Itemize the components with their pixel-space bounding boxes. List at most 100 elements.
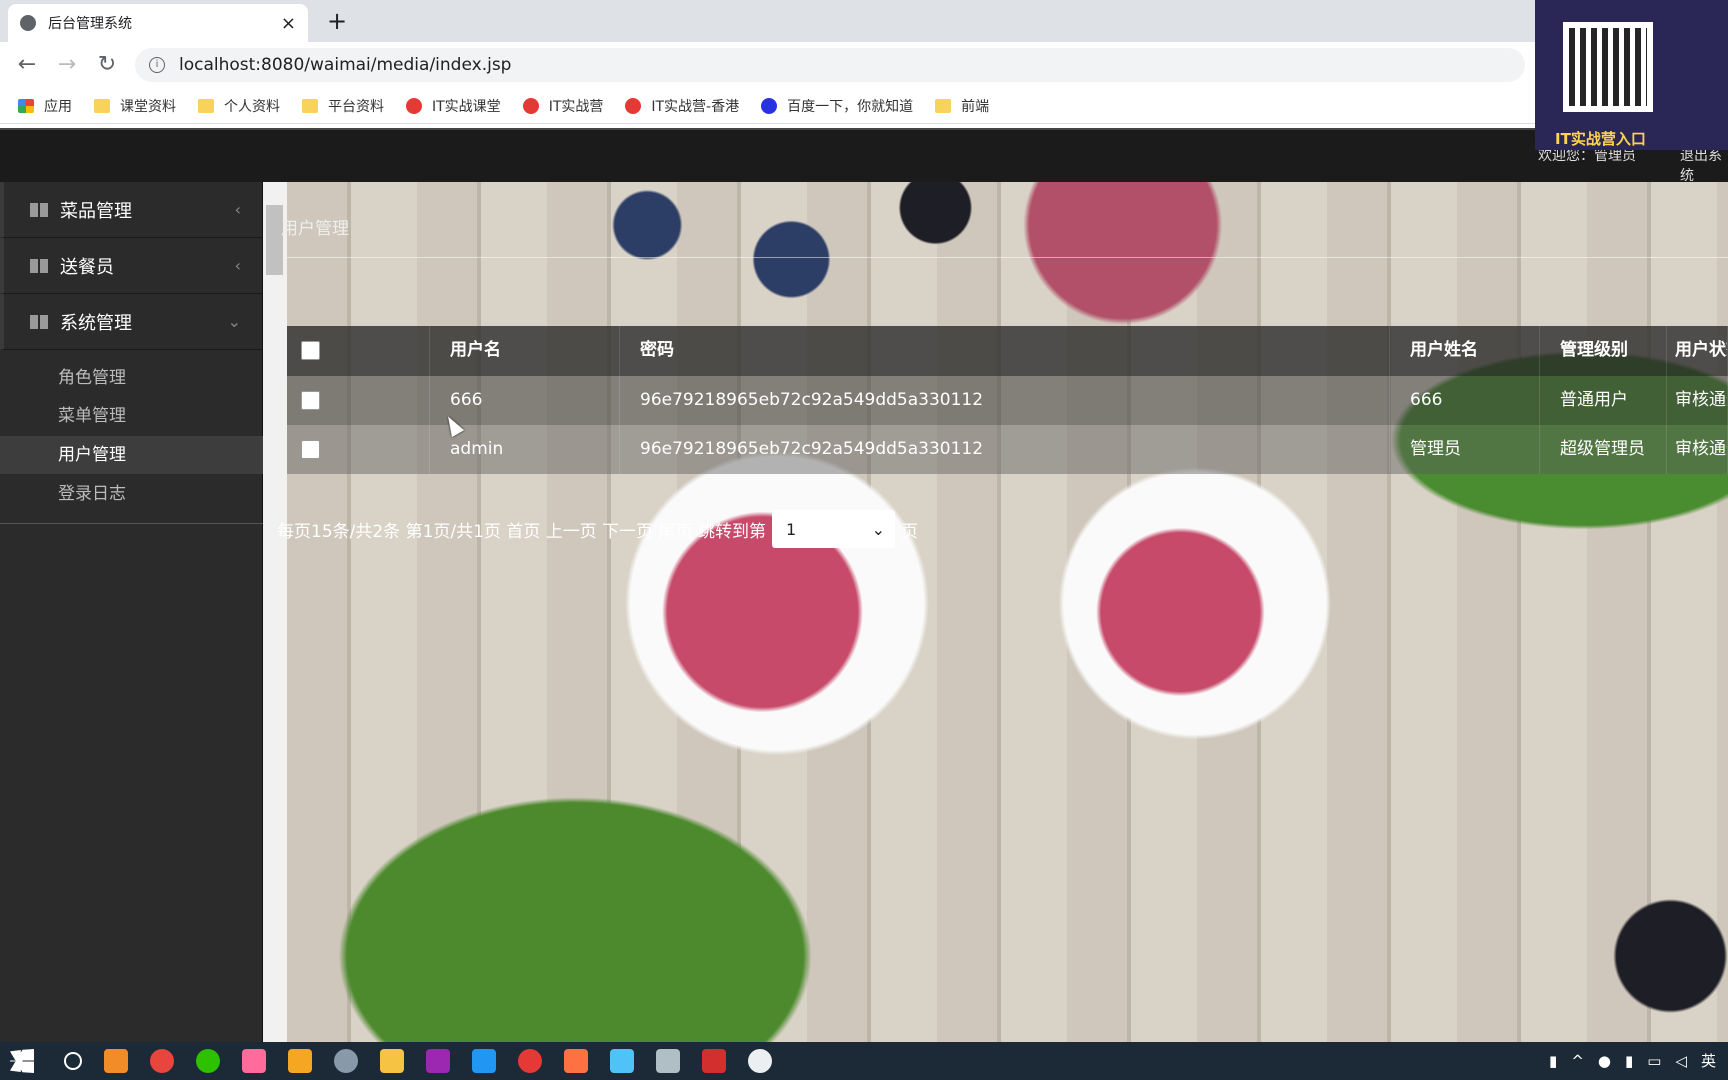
column-header: 管理级别: [1540, 326, 1667, 376]
folder-icon: [935, 98, 952, 113]
wechat-icon[interactable]: [196, 1049, 220, 1073]
bookmark-label: IT实战营: [548, 98, 604, 115]
chevron-down-icon: ⌄: [227, 312, 241, 331]
site-icon: [625, 97, 642, 114]
app-icon[interactable]: [288, 1049, 312, 1073]
table-header-row: 用户名 密码 用户姓名 管理级别 用户状态: [287, 326, 1728, 376]
page-select[interactable]: 1 ⌄: [771, 510, 895, 548]
bookmark-label: 课堂资料: [120, 98, 176, 115]
site-icon: [406, 97, 422, 114]
page-select-value: 1: [785, 519, 797, 539]
bookmark-item[interactable]: IT实战课堂: [406, 96, 501, 116]
microphone-icon[interactable]: ▮: [1625, 1052, 1633, 1070]
chat-icon[interactable]: [748, 1049, 772, 1073]
windows-start-icon[interactable]: [10, 1049, 34, 1073]
app-icon[interactable]: [104, 1049, 128, 1073]
breadcrumb: 用户管理: [281, 219, 349, 239]
ide-icon[interactable]: [426, 1049, 450, 1073]
sidebar-divider: [0, 523, 263, 524]
app-icon[interactable]: [242, 1049, 266, 1073]
cell-level: 普通用户: [1540, 376, 1667, 425]
pagination-suffix: 页: [900, 521, 918, 542]
chrome-icon[interactable]: [150, 1049, 174, 1073]
back-icon[interactable]: ←: [12, 50, 42, 80]
wps-icon[interactable]: [702, 1049, 726, 1073]
search-icon[interactable]: [64, 1052, 82, 1070]
row-select-cell: [287, 376, 430, 425]
bookmark-item[interactable]: 百度一下，你就知道: [761, 96, 913, 116]
bookmark-item[interactable]: 前端: [935, 96, 989, 116]
cell-status: 审核通过: [1667, 425, 1728, 474]
qr-code-icon: [1563, 22, 1653, 112]
baidu-icon: [761, 97, 778, 114]
bookmark-item[interactable]: 平台资料: [302, 96, 384, 116]
table-row[interactable]: admin 96e79218965eb72c92a549dd5a330112 管…: [287, 425, 1728, 474]
cell-password: 96e79218965eb72c92a549dd5a330112: [620, 376, 1390, 425]
bookmark-apps[interactable]: 应用: [18, 96, 72, 116]
sidebar-item-users[interactable]: 用户管理: [0, 436, 263, 474]
address-url: localhost:8080/waimai/media/index.jsp: [179, 55, 512, 75]
folder-icon: [94, 98, 110, 113]
address-bar[interactable]: i localhost:8080/waimai/media/index.jsp: [135, 48, 1525, 82]
volume-icon[interactable]: ◁: [1675, 1052, 1687, 1070]
sidebar-item-menus[interactable]: 菜单管理: [0, 397, 263, 435]
select-all-checkbox[interactable]: [301, 341, 320, 360]
wechat-tray-icon[interactable]: ●: [1598, 1052, 1611, 1070]
bookmark-item[interactable]: 课堂资料: [94, 96, 176, 116]
forward-icon[interactable]: →: [52, 50, 82, 80]
sidebar-item-login-log[interactable]: 登录日志: [0, 475, 263, 513]
cell-username: 666: [430, 376, 620, 425]
folder-icon: [302, 98, 318, 113]
table-row[interactable]: 666 96e79218965eb72c92a549dd5a330112 666…: [287, 376, 1728, 425]
grid-icon: [30, 202, 48, 217]
app-header: [0, 128, 1728, 182]
row-select-cell: [287, 425, 430, 474]
folder-icon[interactable]: [380, 1049, 404, 1073]
sidebar-scrollbar[interactable]: [263, 182, 287, 1042]
site-icon: [522, 97, 539, 114]
netease-icon[interactable]: [518, 1049, 542, 1073]
sidebar-menu-label: 系统管理: [60, 312, 132, 334]
chevron-left-icon: ‹: [234, 200, 241, 219]
bookmark-item[interactable]: IT实战营-香港: [625, 96, 739, 116]
tab-close-button[interactable]: ×: [281, 13, 296, 34]
battery-icon[interactable]: ▮: [1549, 1052, 1557, 1070]
bookmark-label: 百度一下，你就知道: [787, 98, 914, 115]
globe-icon: [20, 15, 36, 31]
row-checkbox[interactable]: [301, 391, 320, 410]
bookmark-item[interactable]: IT实战营: [522, 96, 604, 116]
qr-label: IT实战营入口: [1555, 130, 1646, 148]
main-content: [287, 182, 1728, 1042]
input-method-icon[interactable]: 英: [1701, 1050, 1716, 1071]
apps-icon: [18, 98, 34, 113]
sidebar-menu-system[interactable]: 系统管理 ⌄: [0, 294, 263, 350]
sidebar-item-roles[interactable]: 角色管理: [0, 359, 263, 397]
app-icon[interactable]: [472, 1049, 496, 1073]
settings-icon[interactable]: [334, 1049, 358, 1073]
row-checkbox[interactable]: [301, 440, 320, 459]
reload-icon[interactable]: ↻: [92, 50, 122, 80]
cell-level: 超级管理员: [1540, 425, 1667, 474]
browser-tab[interactable]: 后台管理系统 ×: [8, 4, 308, 42]
cell-name: 666: [1390, 376, 1540, 425]
column-header: 用户姓名: [1390, 326, 1540, 376]
pagination: 每页15条/共2条 第1页/共1页 首页 上一页 下一页 尾页 跳转到第 1 ⌄…: [277, 510, 918, 548]
bookmark-item[interactable]: 个人资料: [198, 96, 280, 116]
logout-link[interactable]: 退出系统: [1680, 145, 1728, 185]
new-tab-button[interactable]: +: [322, 6, 352, 36]
tab-title: 后台管理系统: [48, 16, 132, 32]
sidebar: 菜品管理 ‹ 送餐员 ‹ 系统管理 ⌄ 角色管理 菜单管理 用户管理 登录日志: [0, 182, 263, 1042]
chevron-up-icon[interactable]: ^: [1571, 1052, 1584, 1070]
select-all-cell: [287, 326, 430, 376]
network-icon[interactable]: ▭: [1647, 1052, 1661, 1070]
column-header: 用户名: [430, 326, 620, 376]
app-icon[interactable]: [656, 1049, 680, 1073]
bookmarks-bar: 应用 课堂资料 个人资料 平台资料 IT实战课堂 IT实战营 IT实战营-香港 …: [0, 88, 1728, 124]
info-icon[interactable]: i: [149, 57, 165, 73]
app-icon[interactable]: [564, 1049, 588, 1073]
bookmark-label: 前端: [961, 98, 990, 115]
app-icon[interactable]: [610, 1049, 634, 1073]
column-header: 用户状态: [1667, 326, 1728, 376]
sidebar-menu-delivery[interactable]: 送餐员 ‹: [0, 238, 263, 294]
sidebar-menu-dishes[interactable]: 菜品管理 ‹: [0, 182, 263, 238]
